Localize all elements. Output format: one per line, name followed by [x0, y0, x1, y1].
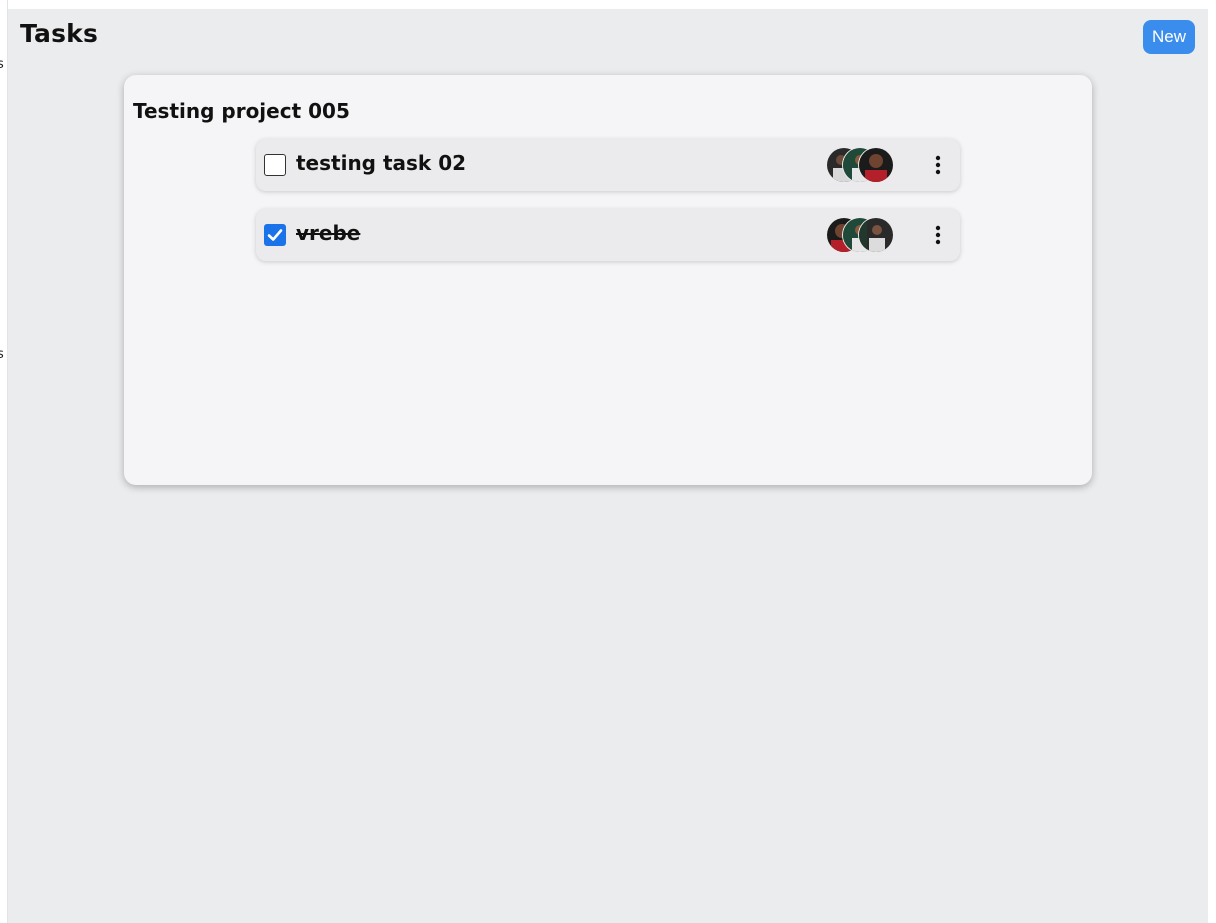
left-sidebar-edge: s s	[0, 0, 8, 923]
project-title: Testing project 005	[133, 99, 350, 123]
task-row[interactable]: vrebe	[256, 209, 960, 261]
avatar	[859, 218, 893, 252]
task-menu-icon[interactable]	[928, 153, 948, 177]
avatar	[859, 148, 893, 182]
main-content: Tasks New Testing project 005 testing ta…	[8, 9, 1208, 923]
task-title: vrebe	[296, 221, 361, 245]
project-card: Testing project 005 testing task 02 vreb…	[124, 75, 1092, 485]
task-title: testing task 02	[296, 151, 467, 175]
task-menu-icon[interactable]	[928, 223, 948, 247]
page-title: Tasks	[20, 19, 99, 48]
assignee-avatars	[827, 218, 897, 252]
new-button[interactable]: New	[1143, 20, 1195, 54]
task-checkbox[interactable]	[264, 224, 286, 246]
sidebar-text-fragment: s	[0, 347, 4, 362]
task-checkbox[interactable]	[264, 154, 286, 176]
task-row[interactable]: testing task 02	[256, 139, 960, 191]
checkmark-icon	[267, 229, 283, 241]
assignee-avatars	[827, 148, 897, 182]
sidebar-text-fragment: s	[0, 57, 4, 72]
